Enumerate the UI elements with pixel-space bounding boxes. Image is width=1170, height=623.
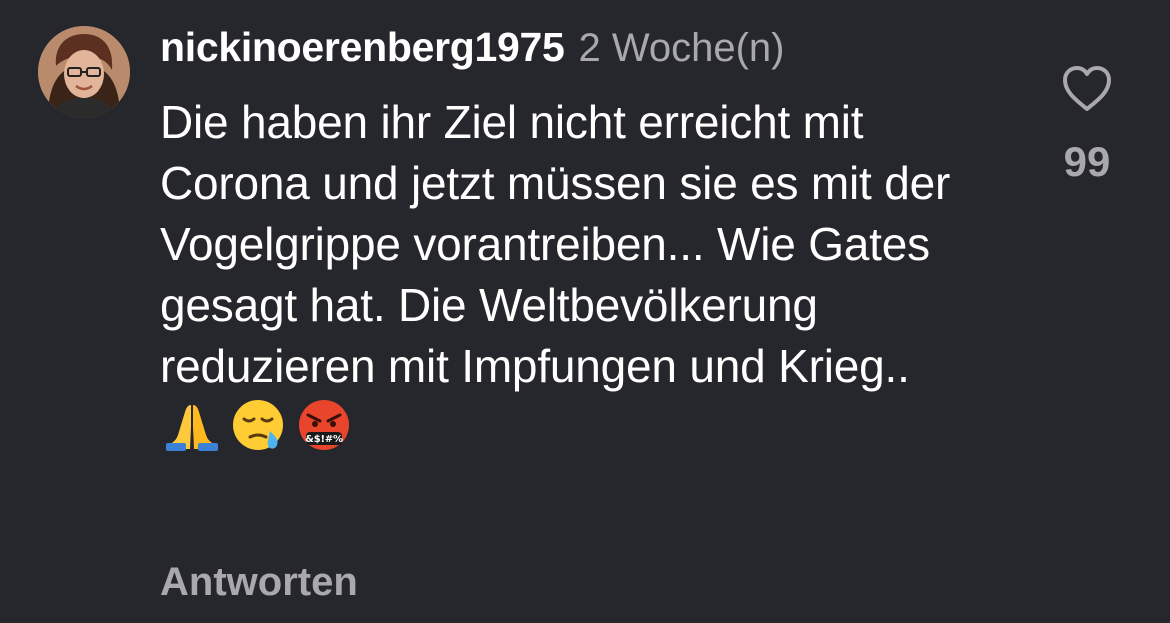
like-count: 99 xyxy=(1063,138,1111,185)
comment-text: Die haben ihr Ziel nicht erreicht mit Co… xyxy=(160,92,1020,460)
face-with-symbols-on-mouth-emoji: &$!#% xyxy=(296,397,352,453)
avatar[interactable] xyxy=(38,26,130,118)
like-button[interactable] xyxy=(1060,64,1114,114)
timestamp: 2 Woche(n) xyxy=(578,26,785,70)
emoji-group: &$!#% xyxy=(164,397,352,453)
symbol-text: &$!#% xyxy=(305,434,343,445)
folded-hands-emoji xyxy=(164,397,220,453)
comment: nickinoerenberg1975 2 Woche(n) Die haben… xyxy=(0,0,1170,623)
username[interactable]: nickinoerenberg1975 xyxy=(160,24,565,71)
sleepy-face-emoji xyxy=(230,397,286,453)
comment-body: Die haben ihr Ziel nicht erreicht mit Co… xyxy=(160,96,951,392)
avatar-photo xyxy=(38,26,130,118)
comment-header: nickinoerenberg1975 2 Woche(n) xyxy=(160,24,785,80)
heart-outline-icon xyxy=(1063,66,1111,111)
reply-button[interactable]: Antworten xyxy=(160,560,358,605)
